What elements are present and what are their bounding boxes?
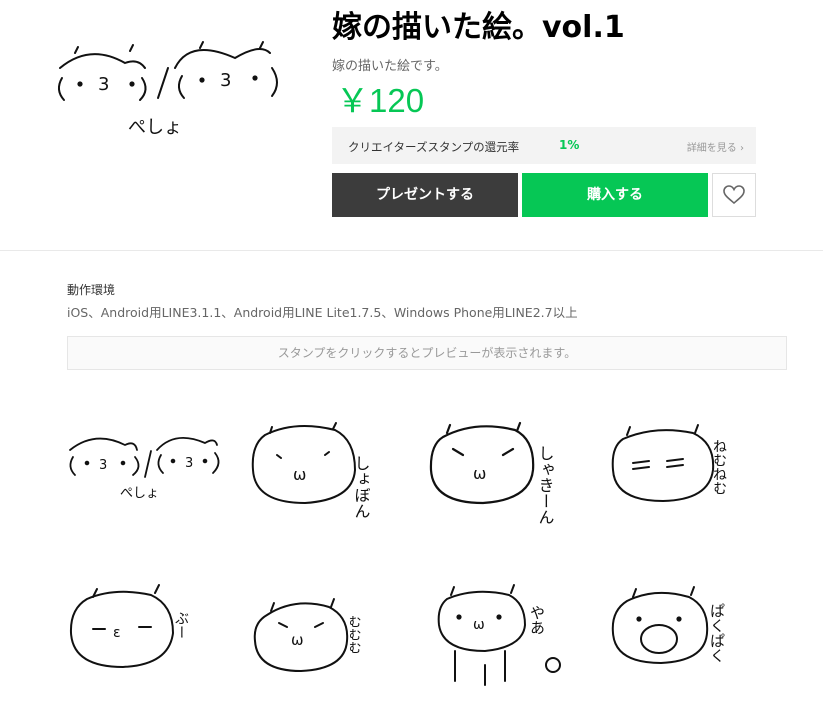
sticker-item[interactable]: ぱくぱく	[605, 575, 765, 695]
sticker-item[interactable]: ねむねむ	[605, 415, 765, 535]
chevron-right-icon: ›	[740, 143, 744, 154]
buy-button[interactable]: 購入する	[522, 173, 708, 217]
sticker-caption: ぱくぱく	[708, 603, 726, 663]
sticker-caption: やあ	[528, 605, 546, 635]
svg-text:3: 3	[185, 456, 193, 471]
environment-heading: 動作環境	[67, 283, 116, 297]
section-divider	[0, 250, 823, 251]
sticker-item[interactable]: ω しょぼん	[245, 415, 405, 535]
details-link-label[interactable]: 詳細を見る	[687, 143, 737, 154]
product-title: 嫁の描いた絵。vol.1	[332, 10, 625, 45]
creator-rate-box: クリエイターズスタンプの還元率 1% 詳細を見る ›	[332, 127, 756, 164]
product-price: ￥120	[336, 82, 425, 119]
heart-icon	[723, 185, 745, 205]
sticker-caption: しゃきーん	[536, 445, 555, 525]
svg-text:ω: ω	[291, 631, 304, 649]
sticker-item[interactable]: ω むむむ	[245, 585, 405, 705]
sticker-caption: ぺしょ	[120, 486, 159, 501]
svg-text:ω: ω	[293, 465, 306, 484]
sticker-item[interactable]: ω しゃきーん	[425, 415, 585, 535]
main-sticker-image: 3 3 ぺしょ	[50, 28, 300, 148]
favorite-button[interactable]	[712, 173, 756, 217]
preview-note: スタンプをクリックするとプレビューが表示されます。	[67, 336, 787, 370]
svg-text:3: 3	[99, 458, 107, 473]
sticker-item[interactable]: 3 3 ぺしょ	[65, 405, 225, 525]
svg-text:3: 3	[220, 70, 231, 91]
product-author-link[interactable]: 嫁の描いた絵です。	[332, 55, 448, 74]
sticker-caption: ぶー	[173, 611, 189, 639]
creator-rate-label: クリエイターズスタンプの還元率	[348, 140, 520, 154]
hero-caption: ぺしょ	[128, 117, 182, 138]
sticker-caption: ねむねむ	[711, 439, 727, 495]
sticker-caption: むむむ	[346, 615, 361, 654]
gift-button[interactable]: プレゼントする	[332, 173, 518, 217]
svg-text:3: 3	[98, 74, 109, 95]
sticker-caption: しょぼん	[352, 455, 371, 519]
sticker-item[interactable]: ω やあ	[425, 575, 585, 695]
sticker-item[interactable]: ε ぶー	[65, 575, 225, 695]
environment-text: iOS、Android用LINE3.1.1、Android用LINE Lite1…	[67, 305, 578, 320]
creator-rate-value: 1%	[559, 138, 580, 152]
svg-text:ω: ω	[473, 464, 486, 483]
svg-text:ε: ε	[113, 625, 121, 641]
details-link[interactable]: 詳細を見る ›	[687, 139, 744, 154]
svg-text:ω: ω	[473, 617, 485, 633]
